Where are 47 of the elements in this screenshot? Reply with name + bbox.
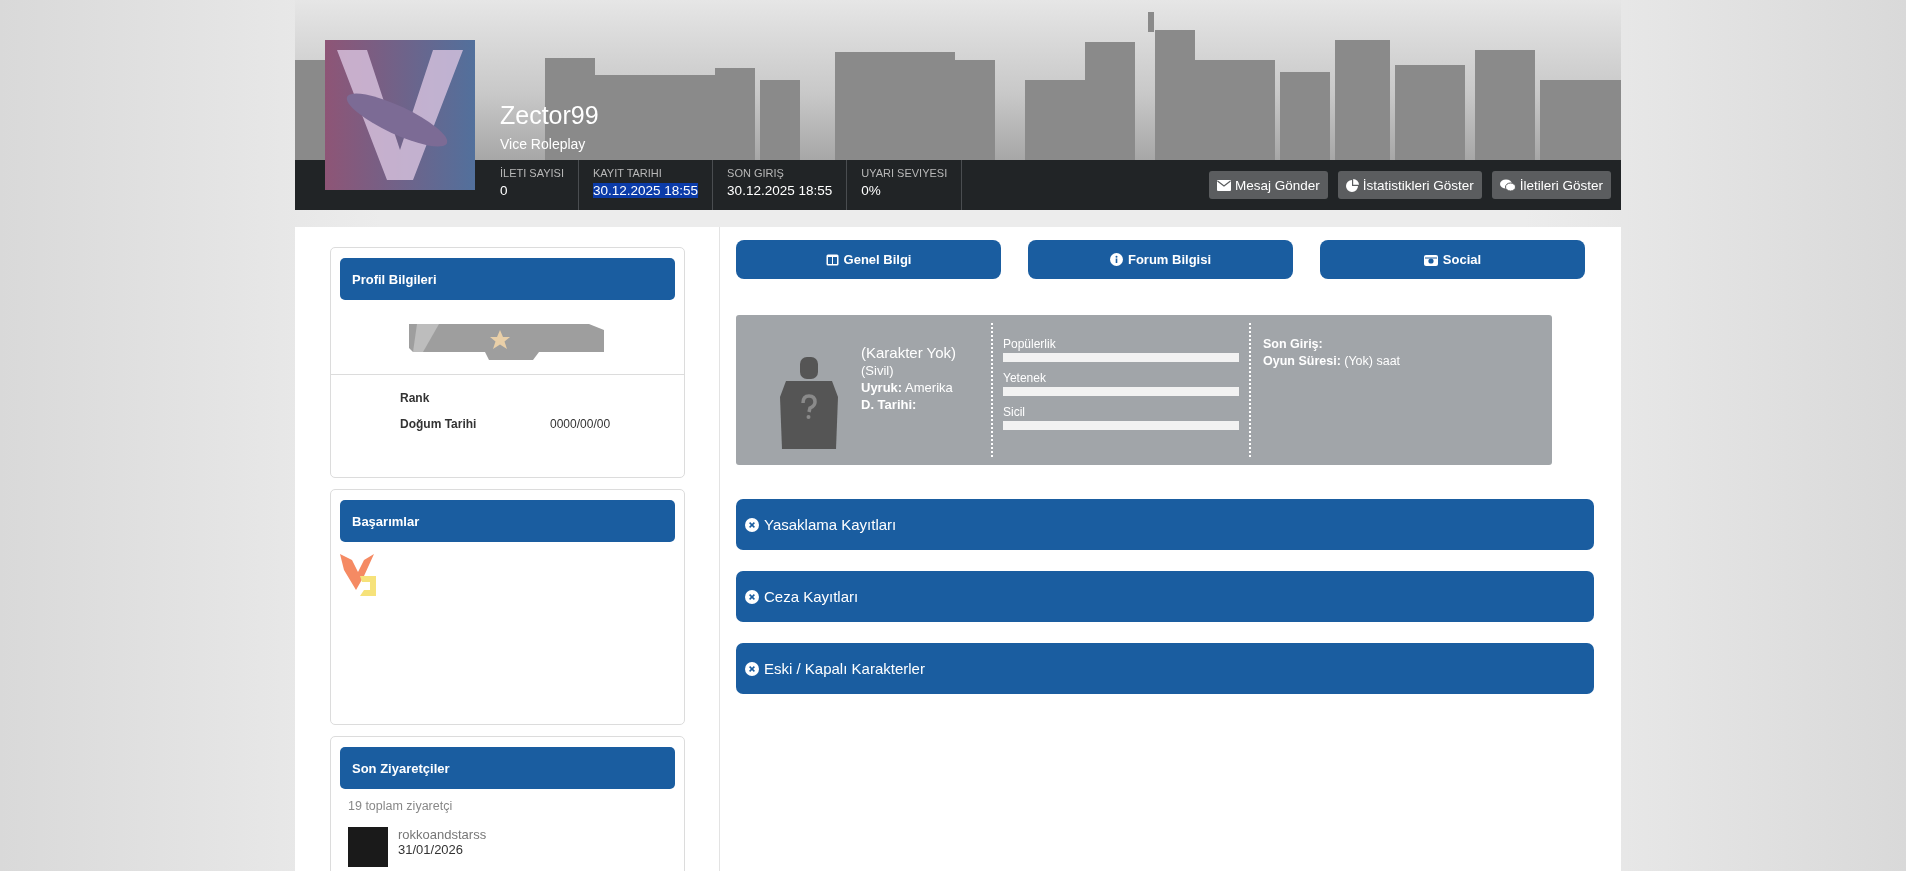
section-button[interactable]: Forum Bilgisi xyxy=(1028,240,1293,279)
stat-value: 0% xyxy=(861,183,881,198)
field-label: Rank xyxy=(400,391,431,405)
pie-chart-icon xyxy=(1345,178,1359,192)
character-info: Son Giriş: xyxy=(1263,337,1324,351)
camera-icon xyxy=(1423,253,1438,266)
character-faction: (Sivil) xyxy=(861,363,895,378)
columns-icon xyxy=(825,253,839,266)
chat-bubbles-icon xyxy=(1499,178,1516,192)
section-button[interactable]: Genel Bilgi xyxy=(736,240,1001,279)
stat-label: KAYIT TARIHI xyxy=(593,167,663,179)
visitor-name[interactable]: rokkoandstarss xyxy=(398,827,487,842)
action-button[interactable]: İletileri Göster xyxy=(1491,171,1611,199)
action-button[interactable]: Mesaj Gönder xyxy=(1208,171,1328,199)
close-circle-icon xyxy=(745,661,759,676)
visitor-count: 19 toplam ziyaretçi xyxy=(348,799,454,813)
field-label: Doğum Tarihi xyxy=(400,417,478,431)
character-detail: D. Tarihi: xyxy=(861,397,918,412)
records-panel-header[interactable]: Ceza Kayıtları xyxy=(736,571,1594,622)
stat-value: 30.12.2025 18:55 xyxy=(727,183,833,198)
section-button[interactable]: Social xyxy=(1320,240,1585,279)
meter-label: Yetenek xyxy=(1003,371,1047,385)
stat-value: 0 xyxy=(500,183,508,198)
visit-date: 31/01/2026 xyxy=(398,842,465,857)
card-header: Başarımlar xyxy=(340,500,675,542)
character-name: (Karakter Yok) xyxy=(861,344,958,361)
card-header: Profil Bilgileri xyxy=(340,258,675,300)
stat-label: SON GIRIŞ xyxy=(727,167,785,179)
meter-label: Popülerlik xyxy=(1003,337,1057,351)
username: Zector99 xyxy=(500,101,599,130)
info-icon xyxy=(1109,253,1123,266)
character-detail: Uyruk: Amerika xyxy=(861,380,954,395)
character-info: Oyun Süresi: (Yok) saat xyxy=(1263,354,1402,368)
card-header: Son Ziyaretçiler xyxy=(340,747,675,789)
meter-label: Sicil xyxy=(1003,405,1026,419)
stat-label: İLETI SAYISI xyxy=(500,167,564,179)
silhouette-icon xyxy=(777,357,840,449)
envelope-icon xyxy=(1216,179,1231,191)
close-circle-icon xyxy=(745,589,759,604)
stat-value: 30.12.2025 18:55 xyxy=(593,183,699,198)
records-panel-header[interactable]: Eski / Kapalı Karakterler xyxy=(736,643,1594,694)
action-button[interactable]: İstatistikleri Göster xyxy=(1337,171,1482,199)
server-name: Vice Roleplay xyxy=(500,136,587,152)
stat-label: UYARI SEVIYESI xyxy=(861,167,948,179)
field-value: 0000/00/00 xyxy=(550,417,612,431)
close-circle-icon xyxy=(745,517,759,532)
records-panel-header[interactable]: Yasaklama Kayıtları xyxy=(736,499,1594,550)
